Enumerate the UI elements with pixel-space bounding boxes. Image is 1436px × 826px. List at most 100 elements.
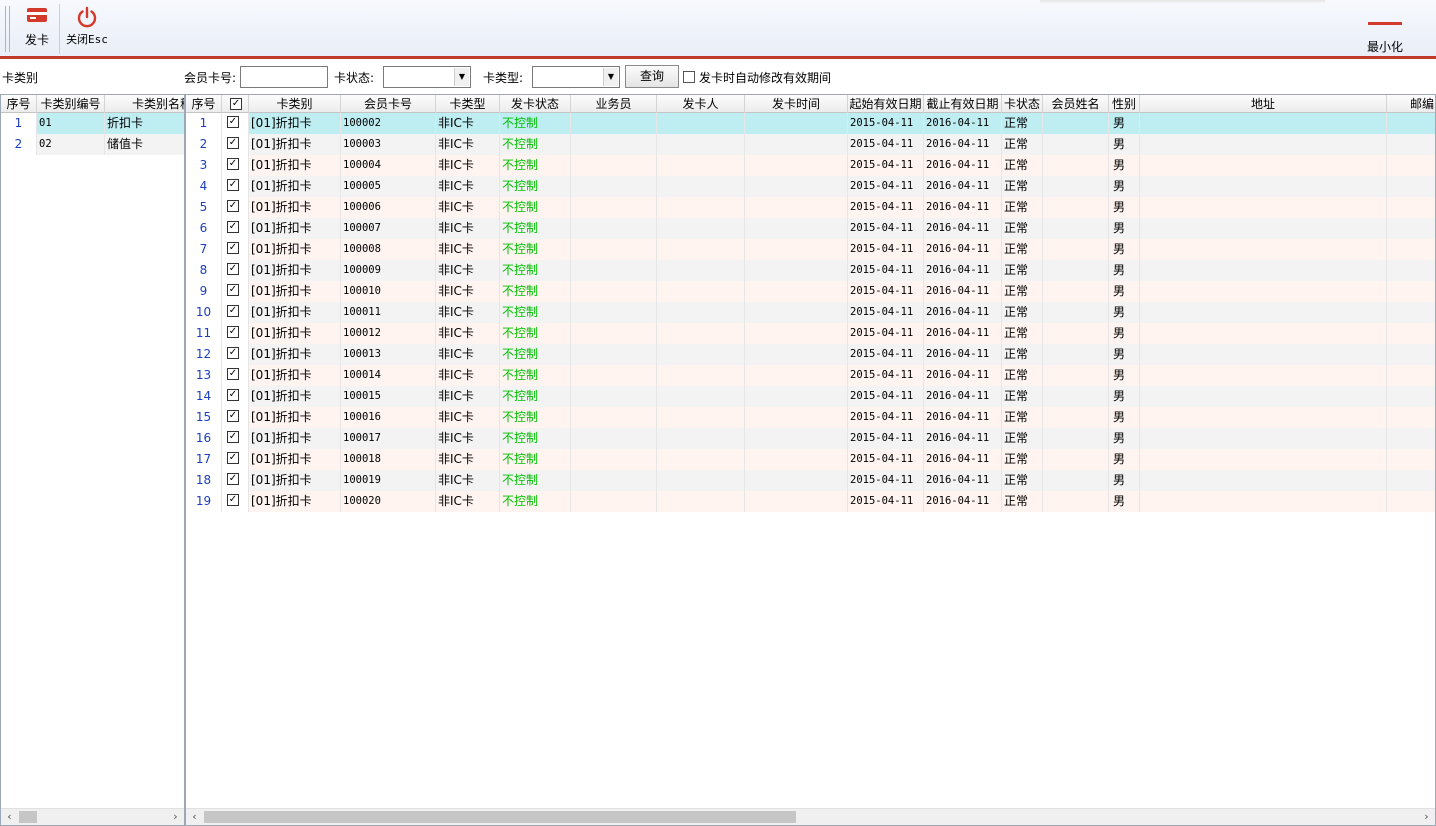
row-checkbox[interactable]: ✓ [227,326,239,338]
column-header[interactable]: 发卡状态 [500,95,571,113]
query-button[interactable]: 查询 [625,65,679,88]
column-header[interactable]: 会员卡号 [341,95,436,113]
table-row[interactable]: 3 ✓ [01]折扣卡 100004 非IC卡 不控制 2015-04-11 2016-04-… [186,155,1435,176]
column-header[interactable]: 起始有效日期 [848,95,924,113]
card-status-select[interactable]: ▼ [383,66,471,88]
column-header[interactable]: 会员姓名 [1043,95,1109,113]
row-checkbox[interactable]: ✓ [227,452,239,464]
member-card-no-input[interactable] [240,66,328,88]
table-row[interactable]: 13 ✓ [01]折扣卡 100014 非IC卡 不控制 2015-04-11 2016-04… [186,365,1435,386]
row-checkbox[interactable]: ✓ [227,368,239,380]
cell-status: 正常 [1002,449,1043,470]
cell-col-7 [657,365,745,386]
table-row[interactable]: 5 ✓ [01]折扣卡 100006 非IC卡 不控制 2015-04-11 2016-04-… [186,197,1435,218]
row-checkbox[interactable]: ✓ [227,473,239,485]
row-checkbox[interactable]: ✓ [227,494,239,506]
scroll-right-icon[interactable]: › [1418,809,1435,825]
chevron-down-icon[interactable]: ▼ [603,68,618,86]
table-row[interactable]: 16 ✓ [01]折扣卡 100017 非IC卡 不控制 2015-04-11 2016-04… [186,428,1435,449]
cell-status: 正常 [1002,323,1043,344]
column-header[interactable]: 业务员 [571,95,657,113]
table-row[interactable]: 2 ✓ [01]折扣卡 100003 非IC卡 不控制 2015-04-11 2016-04-… [186,134,1435,155]
table-row[interactable]: 18 ✓ [01]折扣卡 100019 非IC卡 不控制 2015-04-11 2016-04… [186,470,1435,491]
column-header[interactable]: 卡类型 [436,95,500,113]
cell-status: 正常 [1002,365,1043,386]
cell-category: [01]折扣卡 [249,260,341,281]
cell-start: 2015-04-11 [848,365,924,386]
column-header[interactable]: 截止有效日期 [924,95,1002,113]
column-header[interactable]: 卡类别 [249,95,341,113]
scroll-left-icon[interactable]: ‹ [1,809,18,825]
cell-end: 2016-04-11 [924,134,1002,155]
scroll-thumb[interactable] [204,811,796,823]
row-checkbox[interactable]: ✓ [227,137,239,149]
cell-category: [01]折扣卡 [249,365,341,386]
table-row[interactable]: 4 ✓ [01]折扣卡 100005 非IC卡 不控制 2015-04-11 2016-04-… [186,176,1435,197]
main-horizontal-scrollbar[interactable]: ‹ › [186,808,1435,825]
issue-card-button[interactable]: 发卡 [20,6,54,48]
scroll-right-icon[interactable]: › [167,809,184,825]
cell-end: 2016-04-11 [924,155,1002,176]
toolbar-grip[interactable] [5,6,10,52]
checkmark-icon[interactable]: ✓ [230,98,242,110]
table-row[interactable]: 15 ✓ [01]折扣卡 100016 非IC卡 不控制 2015-04-11 2016-04… [186,407,1435,428]
select-all-checkbox[interactable]: ✓ [222,95,249,113]
cell-col-14 [1140,197,1387,218]
row-checkbox[interactable]: ✓ [227,263,239,275]
table-row[interactable]: 7 ✓ [01]折扣卡 100008 非IC卡 不控制 2015-04-11 2016-04-… [186,239,1435,260]
cell-col-14 [1140,134,1387,155]
minimize-button[interactable]: 最小化 [1362,6,1408,55]
table-row[interactable]: 11 ✓ [01]折扣卡 100012 非IC卡 不控制 2015-04-11 2016-04… [186,323,1435,344]
scroll-left-icon[interactable]: ‹ [186,809,203,825]
cell-card_no: 100015 [341,386,436,407]
table-row[interactable]: 6 ✓ [01]折扣卡 100007 非IC卡 不控制 2015-04-11 2016-04-… [186,218,1435,239]
column-header[interactable]: 性别 [1109,95,1140,113]
row-checkbox[interactable]: ✓ [227,158,239,170]
cell-col-14 [1140,491,1387,512]
list-item[interactable]: 1 01 折扣卡 [1,113,184,134]
row-checkbox[interactable]: ✓ [227,116,239,128]
table-row[interactable]: 8 ✓ [01]折扣卡 100009 非IC卡 不控制 2015-04-11 2016-04-… [186,260,1435,281]
column-header[interactable]: 序号 [186,95,222,113]
column-header[interactable]: 卡类别名称 [105,95,184,113]
member-card-grid: 序号 ✓ 卡类别 会员卡号 卡类型 发卡状态 业务员 发卡人 发卡时间 起始有效日期 截止有效日期卡… [185,94,1436,826]
column-header[interactable]: 序号 [1,95,37,113]
row-checkbox[interactable]: ✓ [227,284,239,296]
row-checkbox[interactable]: ✓ [227,200,239,212]
chevron-down-icon[interactable]: ▼ [454,68,469,86]
row-checkbox[interactable]: ✓ [227,431,239,443]
left-horizontal-scrollbar[interactable]: ‹ › [1,808,184,825]
cell-col-15 [1387,260,1435,281]
row-checkbox[interactable]: ✓ [227,242,239,254]
cell-issue_status: 不控制 [500,449,571,470]
row-checkbox[interactable]: ✓ [227,410,239,422]
column-header[interactable]: 邮编 [1387,95,1435,113]
scroll-thumb[interactable] [19,811,37,823]
table-row[interactable]: 12 ✓ [01]折扣卡 100013 非IC卡 不控制 2015-04-11 2016-04… [186,344,1435,365]
cell-col-8 [745,155,848,176]
row-checkbox[interactable]: ✓ [227,305,239,317]
cell-gender: 男 [1109,260,1140,281]
table-row[interactable]: 10 ✓ [01]折扣卡 100011 非IC卡 不控制 2015-04-11 2016-04… [186,302,1435,323]
column-header[interactable]: 地址 [1140,95,1387,113]
row-checkbox[interactable]: ✓ [227,179,239,191]
close-button[interactable]: 关闭Esc [64,6,110,47]
row-checkbox[interactable]: ✓ [227,221,239,233]
column-header[interactable]: 发卡时间 [745,95,848,113]
table-row[interactable]: 17 ✓ [01]折扣卡 100018 非IC卡 不控制 2015-04-11 2016-04… [186,449,1435,470]
row-checkbox[interactable]: ✓ [227,347,239,359]
cell-col-15 [1387,134,1435,155]
auto-modify-checkbox[interactable] [683,71,695,83]
column-header[interactable]: 发卡人 [657,95,745,113]
column-header[interactable]: 卡状态 [1002,95,1043,113]
table-row[interactable]: 1 ✓ [01]折扣卡 100002 非IC卡 不控制 2015-04-11 2016-04-… [186,113,1435,134]
row-checkbox[interactable]: ✓ [227,389,239,401]
cell-status: 正常 [1002,407,1043,428]
card-type-select[interactable]: ▼ [532,66,620,88]
cell-start: 2015-04-11 [848,407,924,428]
list-item[interactable]: 2 02 储值卡 [1,134,184,155]
table-row[interactable]: 14 ✓ [01]折扣卡 100015 非IC卡 不控制 2015-04-11 2016-04… [186,386,1435,407]
column-header[interactable]: 卡类别编号 [37,95,105,113]
table-row[interactable]: 19 ✓ [01]折扣卡 100020 非IC卡 不控制 2015-04-11 2016-04… [186,491,1435,512]
table-row[interactable]: 9 ✓ [01]折扣卡 100010 非IC卡 不控制 2015-04-11 2016-04-… [186,281,1435,302]
